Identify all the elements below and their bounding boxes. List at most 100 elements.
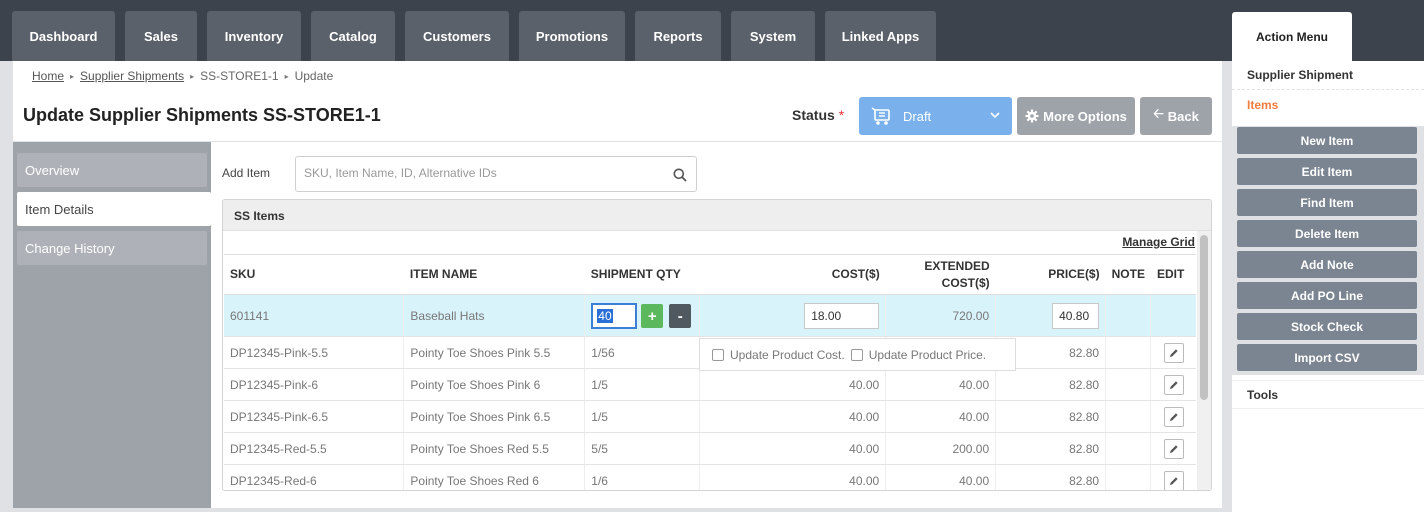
tab-catalog[interactable]: Catalog <box>311 11 395 61</box>
pencil-icon <box>1169 412 1178 421</box>
edit-row-button[interactable] <box>1163 438 1184 459</box>
page-title: Update Supplier Shipments SS-STORE1-1 <box>23 105 381 125</box>
tab-sales[interactable]: Sales <box>125 11 197 61</box>
update-price-option[interactable]: Update Product Price. <box>850 348 986 362</box>
cell-shipment-qty: 1/6 <box>584 464 700 490</box>
pencil-icon <box>1169 444 1178 453</box>
cell-cost: 40.00 <box>699 464 886 490</box>
cell-item-name: Pointy Toe Shoes Pink 5.5 <box>403 336 585 369</box>
cell-sku: DP12345-Red-5.5 <box>224 432 404 465</box>
cell-note <box>1105 464 1151 490</box>
qty-input[interactable]: 40 <box>591 302 638 329</box>
cell-extended-cost: 720.00 <box>885 294 996 337</box>
column-header-extended-cost[interactable]: EXTENDED COST($) <box>885 254 996 295</box>
table-row-selected[interactable]: 601141 Baseball Hats 40 + - 18.00 720.00 4… <box>224 294 1196 337</box>
column-header-note[interactable]: NOTE <box>1105 254 1151 295</box>
grid-scrollbar[interactable] <box>1197 231 1211 490</box>
add-item-label: Add Item <box>222 166 271 180</box>
add-item-search-input[interactable] <box>304 166 664 180</box>
status-dropdown[interactable]: Draft <box>859 97 1012 135</box>
sidenav-item-change-history[interactable]: Change History <box>17 231 207 265</box>
delete-item-button[interactable]: Delete Item <box>1237 220 1417 247</box>
column-header-item-name[interactable]: ITEM NAME <box>403 254 585 295</box>
required-mark: * <box>838 107 845 123</box>
chevron-down-icon <box>990 112 1000 119</box>
breadcrumb-supplier-shipments-link[interactable]: Supplier Shipments <box>80 69 184 83</box>
update-cost-checkbox[interactable] <box>712 348 724 361</box>
items-section-tab[interactable]: Items <box>1232 90 1424 119</box>
tools-section[interactable]: Tools <box>1232 380 1424 409</box>
tab-system[interactable]: System <box>731 11 815 61</box>
more-options-button[interactable]: More Options <box>1017 97 1135 135</box>
scrollbar-thumb[interactable] <box>1200 235 1208 400</box>
column-header-cost[interactable]: COST($) <box>699 254 886 295</box>
table-row[interactable]: DP12345-Pink-6 Pointy Toe Shoes Pink 6 1… <box>224 368 1196 401</box>
tab-inventory[interactable]: Inventory <box>207 11 301 61</box>
gear-icon <box>1025 109 1039 123</box>
tab-customers[interactable]: Customers <box>405 11 509 61</box>
edit-row-button[interactable] <box>1163 374 1184 395</box>
column-header-shipment-qty[interactable]: SHIPMENT QTY <box>584 254 700 295</box>
qty-plus-button[interactable]: + <box>641 304 664 329</box>
sidenav-item-overview[interactable]: Overview <box>17 153 207 187</box>
grid-title: SS Items <box>223 200 1211 231</box>
cart-icon <box>871 107 890 125</box>
cell-shipment-qty: 1/5 <box>584 400 700 433</box>
cell-item-name: Pointy Toe Shoes Pink 6 <box>403 368 585 401</box>
find-item-button[interactable]: Find Item <box>1237 189 1417 216</box>
update-product-popover: Update Product Cost. Update Product Pric… <box>699 338 1016 371</box>
edit-row-button[interactable] <box>1163 470 1184 490</box>
cell-price: 82.80 <box>995 432 1106 465</box>
action-menu-tab[interactable]: Action Menu <box>1232 12 1352 61</box>
cell-edit <box>1150 432 1196 465</box>
stock-check-button[interactable]: Stock Check <box>1237 313 1417 340</box>
manage-grid-link[interactable]: Manage Grid <box>1122 235 1195 249</box>
table-row[interactable]: DP12345-Red-5.5 Pointy Toe Shoes Red 5.5… <box>224 432 1196 465</box>
chevron-right-icon: ▸ <box>284 71 289 81</box>
status-label: Status * <box>792 107 844 123</box>
table-row[interactable]: DP12345-Red-6 Pointy Toe Shoes Red 6 1/6… <box>224 464 1196 490</box>
column-header-sku[interactable]: SKU <box>224 254 404 295</box>
table-row[interactable]: DP12345-Pink-6.5 Pointy Toe Shoes Pink 6… <box>224 400 1196 433</box>
update-cost-option[interactable]: Update Product Cost. <box>712 348 845 362</box>
pencil-icon <box>1169 476 1178 485</box>
cell-sku: DP12345-Pink-5.5 <box>224 336 404 369</box>
cost-input[interactable]: 18.00 <box>804 302 880 329</box>
qty-minus-button[interactable]: - <box>669 304 692 329</box>
side-nav: Overview Item Details Change History <box>13 142 211 508</box>
cell-extended-cost: 40.00 <box>885 464 996 490</box>
cell-extended-cost: 40.00 <box>885 368 996 401</box>
edit-row-button[interactable] <box>1163 342 1184 363</box>
cell-extended-cost: 200.00 <box>885 432 996 465</box>
cell-extended-cost: 40.00 <box>885 400 996 433</box>
breadcrumb-home-link[interactable]: Home <box>32 69 64 83</box>
add-po-line-button[interactable]: Add PO Line <box>1237 282 1417 309</box>
breadcrumb-current: Update <box>294 69 334 83</box>
edit-row-button[interactable] <box>1163 406 1184 427</box>
edit-item-button[interactable]: Edit Item <box>1237 158 1417 185</box>
breadcrumb: Home ▸ Supplier Shipments ▸ SS-STORE1-1 … <box>32 69 333 83</box>
column-header-price[interactable]: PRICE($) <box>995 254 1106 295</box>
cell-shipment-qty: 40 + - <box>584 294 700 337</box>
import-csv-button[interactable]: Import CSV <box>1237 344 1417 371</box>
action-menu-panel: Supplier Shipment Items New Item Edit It… <box>1232 61 1424 512</box>
cell-sku: DP12345-Pink-6.5 <box>224 400 404 433</box>
cell-item-name: Baseball Hats <box>403 294 585 337</box>
sidenav-item-item-details[interactable]: Item Details <box>17 192 211 226</box>
cell-edit <box>1150 368 1196 401</box>
new-item-button[interactable]: New Item <box>1237 127 1417 154</box>
price-input[interactable]: 40.80 <box>1052 302 1100 329</box>
add-note-button[interactable]: Add Note <box>1237 251 1417 278</box>
tab-reports[interactable]: Reports <box>635 11 721 61</box>
tab-linked-apps[interactable]: Linked Apps <box>825 11 936 61</box>
tab-promotions[interactable]: Promotions <box>519 11 625 61</box>
back-button[interactable]: 🡠 Back <box>1140 97 1212 135</box>
tab-dashboard[interactable]: Dashboard <box>12 11 115 61</box>
cell-item-name: Pointy Toe Shoes Red 6 <box>403 464 585 490</box>
cell-note <box>1105 336 1151 369</box>
column-header-edit: EDIT <box>1150 254 1196 295</box>
cell-note <box>1105 400 1151 433</box>
table-header-row: SKU ITEM NAME SHIPMENT QTY COST($) EXTEN… <box>224 254 1196 295</box>
update-price-checkbox[interactable] <box>850 348 863 361</box>
search-icon[interactable] <box>673 168 687 182</box>
